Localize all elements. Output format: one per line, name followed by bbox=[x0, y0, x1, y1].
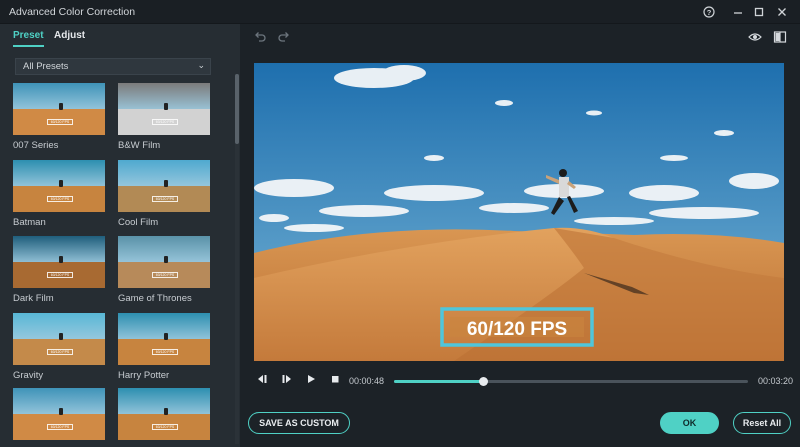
preset-thumbnail-tag: 60/120 FPS bbox=[152, 119, 178, 125]
timeline-scrubber[interactable] bbox=[478, 377, 488, 386]
preset-panel: Preset Adjust All Presets ⌄ 60/120 FPS 00… bbox=[0, 24, 240, 447]
compare-icon[interactable] bbox=[773, 30, 787, 47]
preset-thumbnail: 60/120 FPS bbox=[118, 388, 210, 440]
title-bar: Advanced Color Correction ? bbox=[0, 0, 800, 24]
window-title: Advanced Color Correction bbox=[9, 6, 136, 18]
preview-scene: 60/120 FPS bbox=[254, 63, 784, 361]
preset-item[interactable]: 60/120 FPS Harry Potter bbox=[118, 313, 210, 381]
fps-overlay-text: 60/120 FPS bbox=[467, 319, 567, 340]
preset-label: Gravity bbox=[13, 370, 44, 381]
ok-button[interactable]: OK bbox=[660, 412, 719, 434]
tab-preset[interactable]: Preset bbox=[13, 30, 44, 47]
preset-thumbnail-tag: 60/120 FPS bbox=[47, 349, 73, 355]
preset-label: B&W Film bbox=[118, 140, 161, 151]
play-icon[interactable] bbox=[306, 374, 316, 387]
preset-label: Game of Thrones bbox=[118, 293, 192, 304]
scrollbar-thumb[interactable] bbox=[235, 74, 239, 144]
preset-label: 007 Series bbox=[13, 140, 59, 151]
playback-controls: 00:00:48 00:03:20 bbox=[254, 372, 794, 390]
video-preview: 60/120 FPS bbox=[254, 63, 784, 361]
timeline-progress[interactable] bbox=[394, 377, 748, 386]
preset-thumbnail: 60/120 FPS bbox=[118, 236, 210, 288]
preset-thumbnail: 60/120 FPS bbox=[13, 313, 105, 365]
svg-text:?: ? bbox=[707, 8, 712, 17]
preset-thumbnail-tag: 60/120 FPS bbox=[47, 196, 73, 202]
preset-item[interactable]: 60/120 FPS Batman bbox=[13, 160, 105, 228]
preset-item[interactable]: 60/120 FPS Cool Film bbox=[118, 160, 210, 228]
step-forward-icon[interactable] bbox=[281, 374, 292, 387]
preset-label: Dark Film bbox=[13, 293, 54, 304]
preset-label: Cool Film bbox=[118, 217, 159, 228]
total-time: 00:03:20 bbox=[758, 376, 794, 386]
current-time: 00:00:48 bbox=[349, 376, 385, 386]
preset-thumbnail-tag: 60/120 FPS bbox=[47, 424, 73, 430]
preset-thumbnail: 60/120 FPS bbox=[13, 83, 105, 135]
preset-item[interactable]: 60/120 FPS Game of Thrones bbox=[118, 236, 210, 304]
redo-icon[interactable] bbox=[277, 30, 291, 47]
help-icon[interactable]: ? bbox=[701, 4, 717, 20]
preset-thumbnail-tag: 60/120 FPS bbox=[152, 196, 178, 202]
preset-thumbnail: 60/120 FPS bbox=[13, 236, 105, 288]
preset-thumbnail-tag: 60/120 FPS bbox=[152, 349, 178, 355]
eye-icon[interactable] bbox=[748, 31, 762, 46]
preset-thumbnail-tag: 60/120 FPS bbox=[152, 272, 178, 278]
stop-icon[interactable] bbox=[330, 374, 340, 387]
preset-item[interactable]: 60/120 FPS Gravity bbox=[13, 313, 105, 381]
minimize-icon[interactable] bbox=[730, 4, 746, 20]
preset-thumbnail: 60/120 FPS bbox=[13, 388, 105, 440]
preset-label: Batman bbox=[13, 217, 46, 228]
undo-icon[interactable] bbox=[253, 30, 267, 47]
timeline-progress-fill bbox=[394, 380, 483, 383]
preset-filter-value: All Presets bbox=[23, 61, 69, 72]
preset-item[interactable]: 60/120 FPS Dark Film bbox=[13, 236, 105, 304]
preset-thumbnail: 60/120 FPS bbox=[118, 83, 210, 135]
preset-filter-dropdown[interactable]: All Presets ⌄ bbox=[15, 58, 211, 75]
preset-item[interactable]: 60/120 FPS 007 Series bbox=[13, 83, 105, 151]
preset-thumbnail: 60/120 FPS bbox=[118, 160, 210, 212]
tab-adjust[interactable]: Adjust bbox=[54, 30, 85, 41]
preset-thumbnail: 60/120 FPS bbox=[118, 313, 210, 365]
save-as-custom-button[interactable]: SAVE AS CUSTOM bbox=[248, 412, 350, 434]
preset-item[interactable]: 60/120 FPS bbox=[118, 388, 210, 445]
preset-label: Harry Potter bbox=[118, 370, 170, 381]
chevron-down-icon: ⌄ bbox=[197, 60, 205, 70]
preset-item[interactable]: 60/120 FPS bbox=[13, 388, 105, 445]
preset-scrollbar[interactable] bbox=[235, 74, 239, 444]
close-icon[interactable] bbox=[774, 4, 790, 20]
maximize-icon[interactable] bbox=[751, 4, 767, 20]
preset-thumbnail-tag: 60/120 FPS bbox=[47, 272, 73, 278]
preset-thumbnail-tag: 60/120 FPS bbox=[152, 424, 178, 430]
reset-all-button[interactable]: Reset All bbox=[733, 412, 791, 434]
preset-item[interactable]: 60/120 FPS B&W Film bbox=[118, 83, 210, 151]
preset-thumbnail: 60/120 FPS bbox=[13, 160, 105, 212]
step-back-icon[interactable] bbox=[257, 374, 268, 387]
preset-thumbnail-tag: 60/120 FPS bbox=[47, 119, 73, 125]
